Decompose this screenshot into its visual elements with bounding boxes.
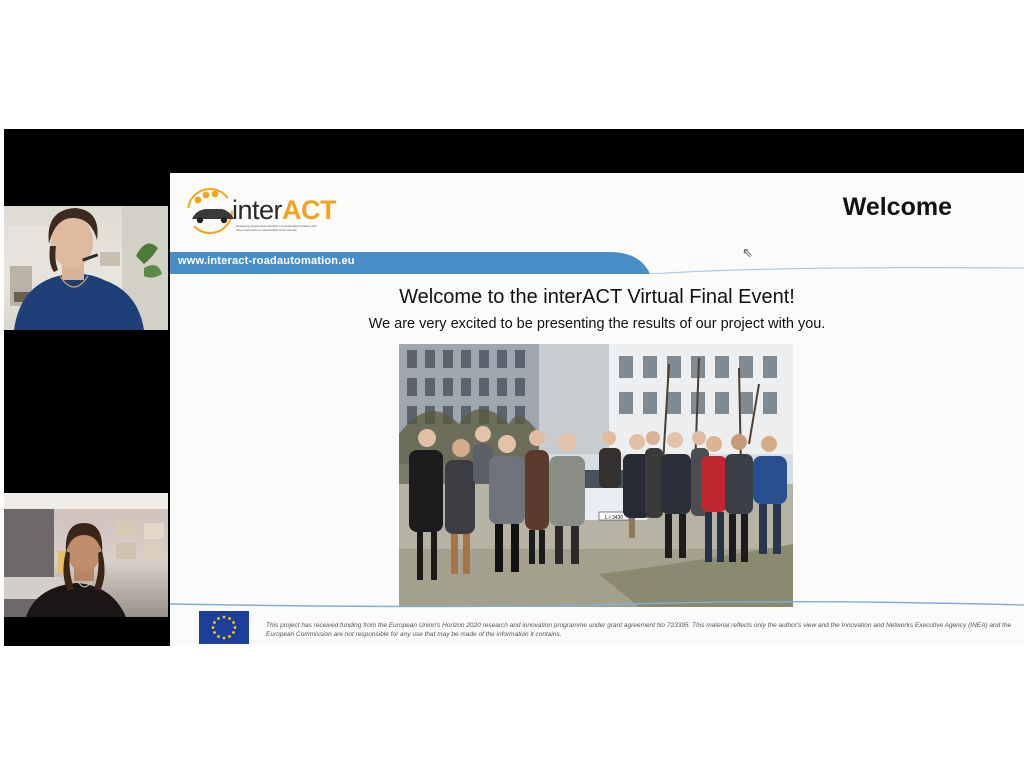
slide-subheading: We are very excited to be presenting the… [368, 316, 826, 332]
footer-divider [170, 601, 1024, 608]
participant-video-feed [4, 493, 168, 617]
interact-logo: interACT Designing cooperative interacti… [184, 185, 337, 235]
logo-wordmark: interACT [232, 195, 337, 225]
logo-suffix: ACT [282, 195, 337, 225]
presentation-slide: interACT Designing cooperative interacti… [170, 173, 1024, 646]
team-group-photo: L·I 3430 [399, 344, 793, 607]
participant-sidebar [4, 129, 170, 646]
slide-heading: Welcome to the interACT Virtual Final Ev… [399, 286, 795, 308]
license-plate: L·I 3430 [605, 515, 624, 521]
participant-video-tile[interactable] [4, 206, 168, 330]
shared-screen-view: interACT Designing cooperative interacti… [4, 129, 1024, 646]
eu-flag-icon [199, 611, 249, 644]
participant-video-feed [8, 206, 168, 330]
logo-tagline: Designing cooperative interaction of aut… [236, 224, 317, 232]
funding-disclaimer: This project has received funding from t… [266, 622, 1012, 638]
logo-prefix: inter [232, 195, 283, 225]
slide-title: Welcome [842, 193, 952, 221]
project-url: www.interact-roadautomation.eu [178, 255, 355, 267]
participant-video-tile[interactable] [4, 493, 168, 617]
